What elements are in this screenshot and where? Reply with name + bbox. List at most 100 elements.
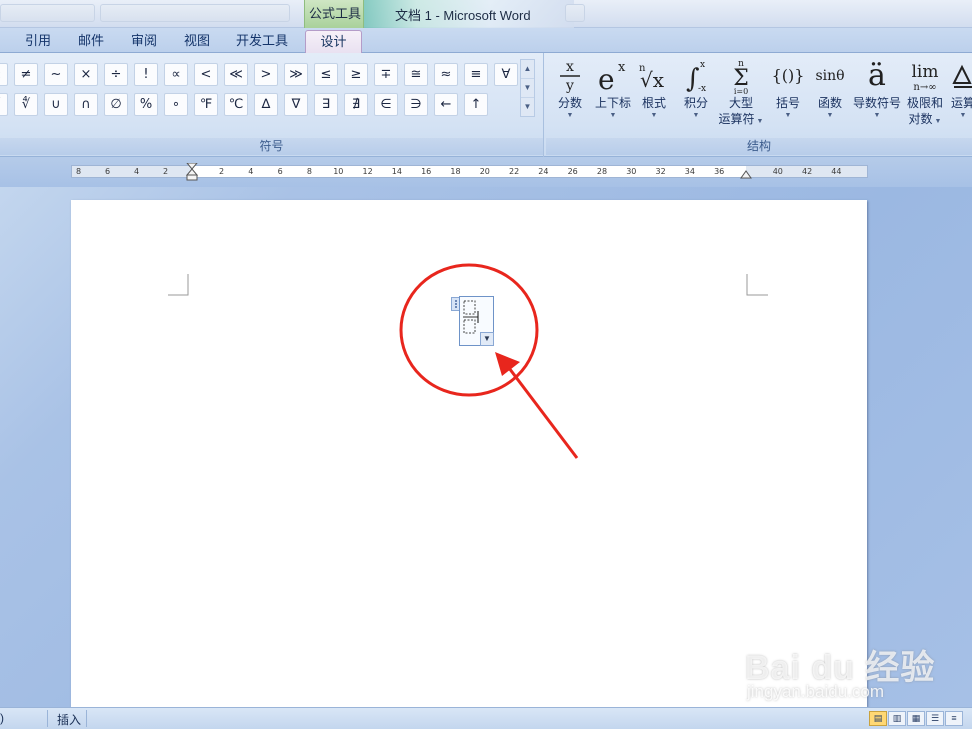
status-fragment: ) xyxy=(0,711,4,725)
web-layout-view-icon[interactable]: ▦ xyxy=(907,711,925,726)
tab-mailings[interactable]: 邮件 xyxy=(67,30,115,53)
ruler-tick-label: 40 xyxy=(772,167,783,176)
symbol-button[interactable]: ∇ xyxy=(284,93,308,116)
right-indent-icon[interactable] xyxy=(740,169,752,179)
symbol-button[interactable]: ! xyxy=(134,63,158,86)
symbol-button[interactable]: × xyxy=(74,63,98,86)
chevron-down-icon: ▼ xyxy=(959,112,967,119)
title-bar: 公式工具 文档 1 - Microsoft Word xyxy=(0,0,972,28)
large-operator-label-1: 大型 xyxy=(728,96,753,110)
large-operator-button[interactable]: n Σ i=0 大型 运算符 ▼ xyxy=(718,57,764,127)
tab-design[interactable]: 设计 xyxy=(305,30,362,53)
chevron-down-icon: ▼ xyxy=(873,112,881,119)
limit-log-button[interactable]: lim n→∞ 极限和 对数 ▼ xyxy=(904,57,946,127)
symbol-button[interactable]: ≈ xyxy=(434,63,458,86)
svg-text:x: x xyxy=(618,60,626,75)
symbol-button[interactable]: ∩ xyxy=(74,93,98,116)
margin-corner-top-right xyxy=(746,274,768,296)
integral-button[interactable]: ∫ x -x 积分 ▼ xyxy=(676,57,716,121)
full-screen-reading-view-icon[interactable]: ▥ xyxy=(888,711,906,726)
chevron-down-icon: ▼ xyxy=(754,118,764,125)
symbol-button[interactable]: ≫ xyxy=(284,63,308,86)
symbol-button[interactable]: ∈ xyxy=(374,93,398,116)
symbol-button[interactable]: ∓ xyxy=(374,63,398,86)
symbol-button[interactable]: > xyxy=(254,63,278,86)
status-bar: ) 插入 ▤ ▥ ▦ ☰ ≡ xyxy=(0,707,972,729)
function-button[interactable]: sinθ 函数 ▼ xyxy=(812,57,848,121)
equation-options-dropdown[interactable]: ▼ xyxy=(480,332,494,346)
accent-button[interactable]: ä 导数符号 ▼ xyxy=(852,57,902,121)
symbol-button[interactable]: ← xyxy=(434,93,458,116)
watermark-url: jingyan.baidu.com xyxy=(747,682,885,701)
scroll-up-icon[interactable]: ▲ xyxy=(521,60,534,79)
symbol-button[interactable]: ↑ xyxy=(464,93,488,116)
symbol-button[interactable]: ∅ xyxy=(104,93,128,116)
symbol-button[interactable]: < xyxy=(194,63,218,86)
ruler-tick-label: 24 xyxy=(538,167,549,176)
symbol-button[interactable]: ~ xyxy=(44,63,68,86)
symbol-button[interactable]: ≥ xyxy=(344,63,368,86)
symbol-button[interactable]: ∘ xyxy=(164,93,188,116)
ruler-tick-label: 4 xyxy=(134,167,140,176)
draft-view-icon[interactable]: ≡ xyxy=(945,711,963,726)
horizontal-ruler[interactable]: 8 6 4 2 2 4 6 8 10 12 14 16 18 20 22 24 26 28 30 32 34 36 40 42… xyxy=(71,163,868,181)
svg-text:lim: lim xyxy=(912,62,939,82)
ruler-tick-label: 6 xyxy=(105,167,111,176)
insert-mode-indicator[interactable]: 插入 xyxy=(57,711,81,728)
fraction-icon: x y xyxy=(552,57,588,95)
bracket-label: 括号 xyxy=(775,96,800,110)
ruler-tick-label: 22 xyxy=(509,167,520,176)
operator-label: 运算 xyxy=(950,96,972,110)
tab-developer[interactable]: 开发工具 xyxy=(226,30,298,53)
symbol-button[interactable]: ∪ xyxy=(44,93,68,116)
limit-log-label-1: 极限和 xyxy=(906,96,943,110)
baidu-watermark: Bai du 经验 jingyan.baidu.com xyxy=(745,618,945,708)
background-tab[interactable] xyxy=(565,4,585,22)
chevron-down-icon: ▼ xyxy=(932,118,942,125)
script-button[interactable]: e x 上下标 ▼ xyxy=(592,57,634,121)
ruler-tick-label: 16 xyxy=(421,167,432,176)
context-tool-label: 公式工具 xyxy=(308,6,361,21)
structures-group: x y 分数 ▼ e x 上下标 ▼ n √x 根式 ▼ ∫ x -x 积分 ▼… xyxy=(546,53,972,157)
tab-view[interactable]: 视图 xyxy=(173,30,221,53)
symbol-button[interactable]: ∝ xyxy=(164,63,188,86)
symbol-button[interactable]: ∆ xyxy=(254,93,278,116)
scroll-down-icon[interactable]: ▼ xyxy=(521,79,534,98)
context-tool-group: 公式工具 xyxy=(304,0,364,28)
symbol-button[interactable]: ± xyxy=(0,63,8,86)
status-divider xyxy=(86,710,87,727)
symbol-button[interactable]: ≅ xyxy=(404,63,428,86)
fraction-button[interactable]: x y 分数 ▼ xyxy=(552,57,588,121)
symbol-button[interactable]: ≤ xyxy=(314,63,338,86)
first-line-indent-icon[interactable] xyxy=(186,163,198,181)
symbol-button[interactable]: ∃ xyxy=(314,93,338,116)
symbol-button[interactable]: ∛ xyxy=(0,93,8,116)
symbols-gallery-scroll[interactable]: ▲ ▼ ▼ xyxy=(520,59,535,117)
print-layout-view-icon[interactable]: ▤ xyxy=(869,711,887,726)
gallery-more-icon[interactable]: ▼ xyxy=(521,98,534,117)
svg-text:n→∞: n→∞ xyxy=(913,82,936,93)
symbol-button[interactable]: ∋ xyxy=(404,93,428,116)
tab-references[interactable]: 引用 xyxy=(14,30,62,53)
background-tab[interactable] xyxy=(0,4,95,22)
outline-view-icon[interactable]: ☰ xyxy=(926,711,944,726)
symbol-button[interactable]: ∜ xyxy=(14,93,38,116)
ribbon: ± ≠ ~ × ÷! ∝ < ≪ > ≫ ≤ ≥ ∓ ≅ ≈ ≡ ∀ ∛ ∜ ∪ ∩ ∅% ∘ ℉ ℃ ∆ ∇ ∃ ∄ ∈ ∋ ← ↑ ▲ ▼… xyxy=(0,53,972,157)
symbol-button[interactable]: ℃ xyxy=(224,93,248,116)
symbol-button[interactable]: ≠ xyxy=(14,63,38,86)
tab-review[interactable]: 审阅 xyxy=(120,30,168,53)
script-icon: e x xyxy=(592,57,634,96)
large-operator-label-2: 运算符 xyxy=(718,112,755,126)
background-tab[interactable] xyxy=(100,4,290,22)
symbol-button[interactable]: ≪ xyxy=(224,63,248,86)
symbol-button[interactable]: % xyxy=(134,93,158,116)
ruler-tick-label: 42 xyxy=(802,167,813,176)
symbol-button[interactable]: ≡ xyxy=(464,63,488,86)
symbol-button[interactable]: ÷ xyxy=(104,63,128,86)
radical-button[interactable]: n √x 根式 ▼ xyxy=(636,57,672,121)
bracket-button[interactable]: {()} 括号 ▼ xyxy=(768,57,808,121)
symbol-button[interactable]: ℉ xyxy=(194,93,218,116)
symbol-button[interactable]: ∀ xyxy=(494,63,518,86)
symbol-button[interactable]: ∄ xyxy=(344,93,368,116)
operator-button[interactable]: 运算 ▼ xyxy=(948,57,972,121)
